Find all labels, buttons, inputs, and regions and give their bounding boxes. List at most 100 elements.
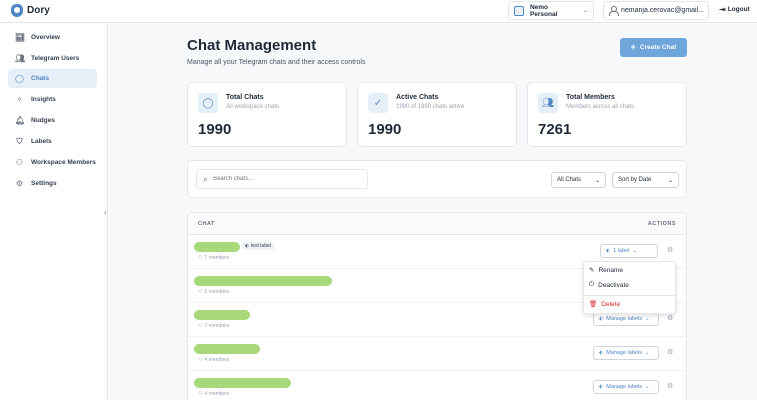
sidebar-item-labels[interactable]: ⛉ Labels [8, 132, 97, 151]
member-count: ⚇ 7 members [198, 323, 230, 329]
member-count-text: 7 members [204, 323, 230, 329]
member-count-text: 0 members [204, 289, 230, 295]
users-icon: ⚇ [198, 391, 203, 397]
labels-button-text: 1 label [613, 248, 630, 254]
sparkle-icon: ✧ [16, 95, 23, 104]
tag-icon: ⬖ [599, 350, 604, 356]
member-count: ⚇ 0 members [198, 289, 230, 295]
sidebar: 📊︎ Overview 👥︎ Telegram Users ◯ Chats ✧ … [0, 23, 108, 400]
collapse-sidebar-icon[interactable]: ‹ [104, 208, 107, 217]
status-filter-value: All Chats [557, 177, 582, 183]
sort-select[interactable]: Sort by Date ⌄ [612, 172, 679, 188]
member-count-text: 7 members [204, 255, 230, 261]
sidebar-item-telegram-users[interactable]: 👥︎ Telegram Users [8, 49, 97, 68]
sort-value: Sort by Date [618, 177, 652, 183]
column-header-chat: CHAT [198, 221, 215, 227]
sidebar-item-workspace-members[interactable]: ⚇ Workspace Members [8, 153, 97, 172]
power-icon: ⏻ [589, 281, 595, 288]
check-circle-icon: ✓ [368, 93, 388, 113]
users-icon: ⚇ [198, 357, 203, 363]
workspace-switcher[interactable]: Nemo Personal ⌄ [508, 1, 594, 20]
sidebar-item-label: Chats [31, 75, 50, 82]
logout-label: Logout [727, 6, 750, 13]
app-logo[interactable]: Dory [11, 4, 50, 17]
search-box[interactable]: ⌕ [196, 169, 368, 189]
labels-button[interactable]: ⬖ 1 label ⌄ [600, 244, 658, 258]
redacted-chat-name [194, 310, 250, 320]
chat-bubble-icon: ◯ [198, 93, 218, 113]
bell-icon: 🔔︎ [15, 116, 26, 125]
menu-item-label: Deactivate [598, 281, 629, 289]
dory-logo-icon [11, 4, 23, 17]
sidebar-item-label: Telegram Users [31, 55, 80, 62]
sidebar-item-chats[interactable]: ◯ Chats [8, 69, 97, 88]
search-icon: ⌕ [203, 173, 209, 184]
status-filter-select[interactable]: All Chats ⌄ [551, 172, 606, 188]
menu-item-label: Delete [601, 300, 621, 308]
sidebar-item-label: Insights [31, 96, 56, 103]
gear-icon[interactable]: ⚙ [667, 348, 673, 356]
member-count: ⚇ 4 members [198, 391, 230, 397]
trash-icon: 🗑︎ [589, 301, 598, 308]
tag-icon: ⬖ [599, 316, 604, 322]
sidebar-item-overview[interactable]: 📊︎ Overview [8, 28, 97, 47]
sidebar-item-label: Nudges [31, 117, 55, 124]
stat-title: Active Chats [396, 94, 439, 101]
menu-divider [584, 295, 677, 296]
label-chip-text: test label [250, 243, 271, 249]
member-count: ⚇ 7 members [198, 255, 230, 261]
create-chat-button[interactable]: + Create Chat [620, 38, 687, 57]
gear-icon[interactable]: ⚙ [667, 382, 673, 390]
menu-item-deactivate[interactable]: ⏻ Deactivate [589, 281, 629, 289]
pencil-icon: ✎ [589, 267, 595, 274]
users-icon: ⚇ [198, 255, 203, 261]
table-row[interactable]: ⚇ 4 members ⬖ Manage labels ⌄ ⚙ [188, 371, 688, 400]
stat-card-total-chats: ◯ Total Chats All workspace chats 1990 [187, 82, 347, 147]
labels-button-text: Manage labels [606, 316, 643, 322]
table-row[interactable]: ⚇ 4 members ⬖ Manage labels ⌄ ⚙ [188, 337, 688, 371]
tag-icon: ⬖ [606, 248, 611, 254]
table-header: CHAT ACTIONS [188, 213, 686, 235]
shield-icon: ⛉ [16, 137, 23, 146]
sidebar-item-label: Labels [31, 138, 52, 145]
redacted-chat-name [194, 276, 332, 286]
chat-bubble-icon: ◯ [15, 74, 24, 83]
manage-labels-button[interactable]: ⬖ Manage labels ⌄ [593, 380, 659, 394]
redacted-chat-name [194, 344, 260, 354]
logout-button[interactable]: ⇥ Logout [719, 5, 750, 14]
gear-icon[interactable]: ⚙ [667, 314, 673, 322]
redacted-chat-name [194, 242, 240, 252]
users-icon: ⚇ [198, 323, 203, 329]
menu-item-label: Rename [598, 266, 624, 274]
chevron-down-icon: ⌄ [645, 350, 650, 356]
chevron-down-icon: ⌄ [582, 8, 588, 14]
workspace-name: Nemo Personal [529, 3, 558, 18]
user-email: nemanja.cerovac@gmail... [621, 7, 704, 14]
stat-value: 1990 [368, 121, 402, 138]
manage-labels-button[interactable]: ⬖ Manage labels ⌄ [593, 312, 659, 326]
menu-item-rename[interactable]: ✎ Rename [589, 266, 624, 275]
stat-subtitle: All workspace chats [226, 104, 280, 110]
sidebar-item-nudges[interactable]: 🔔︎ Nudges [8, 111, 97, 130]
column-header-actions: ACTIONS [647, 221, 676, 227]
create-chat-label: Create Chat [639, 44, 677, 51]
sidebar-item-insights[interactable]: ✧ Insights [8, 90, 97, 109]
user-menu[interactable]: nemanja.cerovac@gmail... [603, 1, 709, 20]
chevron-down-icon: ⌄ [632, 248, 638, 254]
gear-icon[interactable]: ⚙ [667, 246, 673, 254]
top-bar: Dory Nemo Personal ⌄ nemanja.cerovac@gma… [0, 0, 757, 23]
member-count: ⚇ 4 members [198, 357, 230, 363]
manage-labels-button[interactable]: ⬖ Manage labels ⌄ [593, 346, 659, 360]
page-subtitle: Manage all your Telegram chats and their… [187, 59, 366, 66]
tag-icon: ⬖ [599, 384, 604, 390]
sidebar-item-label: Settings [31, 180, 57, 187]
menu-item-delete[interactable]: 🗑︎ Delete [589, 300, 621, 309]
sidebar-item-settings[interactable]: ⚙ Settings [8, 174, 97, 193]
app-name: Dory [27, 5, 50, 16]
gear-icon: ⚙ [15, 179, 24, 188]
users-icon: 👥︎ [538, 93, 558, 113]
tag-icon: ⬖ [245, 243, 249, 249]
label-chip: ⬖ test label [242, 242, 274, 250]
search-input[interactable] [213, 176, 354, 182]
user-icon [608, 5, 620, 16]
